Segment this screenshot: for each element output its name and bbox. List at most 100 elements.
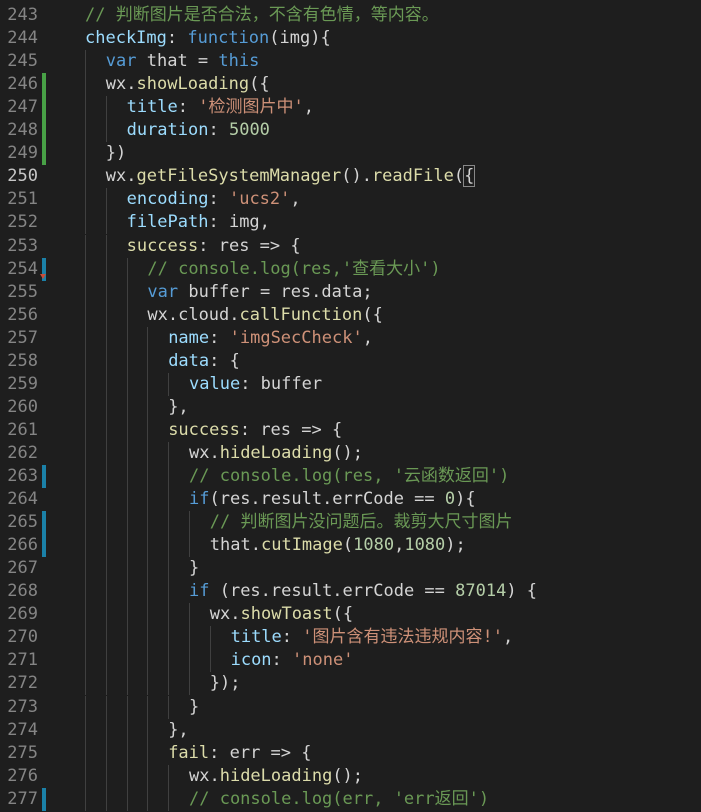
code-line[interactable]: 254 // console.log(res,'查看大小') <box>0 257 701 281</box>
indent-guide <box>147 649 149 673</box>
code-text[interactable]: title: '图片含有违法违规内容!', <box>231 626 514 649</box>
code-text[interactable]: that.cutImage(1080,1080); <box>210 534 466 557</box>
gutter-added-marker[interactable] <box>42 119 46 143</box>
gutter-added-marker[interactable] <box>42 142 46 166</box>
code-line[interactable]: 246 wx.showLoading({ <box>0 73 701 97</box>
code-text[interactable]: // 判断图片没问题后。裁剪大尺寸图片 <box>210 511 513 534</box>
code-token: function <box>187 28 270 49</box>
code-text[interactable]: fail: err => { <box>168 742 311 765</box>
code-text[interactable]: }, <box>168 396 188 419</box>
code-line[interactable]: 247 title: '检测图片中', <box>0 96 701 120</box>
code-text[interactable]: }, <box>168 719 188 742</box>
code-text[interactable]: wx.hideLoading(); <box>189 765 363 788</box>
code-line[interactable]: 249}) <box>0 142 701 166</box>
line-number: 273 <box>7 696 38 717</box>
code-line[interactable]: 266 that.cutImage(1080,1080); <box>0 534 701 558</box>
code-line[interactable]: 252 filePath: img, <box>0 211 701 235</box>
indent-guide <box>168 672 170 696</box>
code-text[interactable]: wx.cloud.callFunction({ <box>147 304 382 327</box>
code-line[interactable]: 274}, <box>0 718 701 742</box>
code-line[interactable]: 270 title: '图片含有违法违规内容!', <box>0 626 701 650</box>
code-line[interactable]: 262 wx.hideLoading(); <box>0 441 701 465</box>
gutter-added-marker[interactable] <box>42 73 46 97</box>
code-line[interactable]: 275 fail: err => { <box>0 741 701 765</box>
code-line[interactable]: 263 // console.log(res, '云函数返回') <box>0 465 701 488</box>
code-line[interactable]: 243 // 判断图片是否合法，不含有色情，等内容。 <box>0 4 701 27</box>
code-text[interactable]: success: res => { <box>127 235 301 258</box>
code-text[interactable]: wx.getFileSystemManager().readFile({ <box>106 165 476 188</box>
code-line[interactable]: 251 encoding: 'ucs2', <box>0 188 701 212</box>
code-line[interactable]: 267} <box>0 557 701 581</box>
gutter-modified-marker[interactable] <box>42 787 46 811</box>
code-text[interactable]: }); <box>210 672 241 695</box>
code-text[interactable]: wx.hideLoading(); <box>189 442 363 465</box>
code-text[interactable]: var buffer = res.data; <box>147 281 372 304</box>
code-token: (). <box>341 166 372 187</box>
code-line[interactable]: 260}, <box>0 395 701 419</box>
code-editor[interactable]: 243 // 判断图片是否合法，不含有色情，等内容。 244 checkImg: fu… <box>0 0 701 812</box>
code-text[interactable]: duration: 5000 <box>127 119 270 142</box>
code-line[interactable]: 244 checkImg: function(img){ <box>0 27 701 50</box>
code-text[interactable]: success: res => { <box>168 419 342 442</box>
code-line[interactable]: 273} <box>0 695 701 719</box>
code-text[interactable]: wx.showLoading({ <box>106 73 270 96</box>
code-text[interactable]: title: '检测图片中', <box>127 96 314 119</box>
code-text[interactable]: name: 'imgSecCheck', <box>168 327 373 350</box>
indent-guide <box>85 211 86 235</box>
code-token: : <box>166 28 188 49</box>
code-line[interactable]: 277 // console.log(err, 'err返回') <box>0 787 701 811</box>
code-line[interactable]: 272}); <box>0 672 701 696</box>
indent-guide <box>126 441 128 465</box>
code-text[interactable]: // 判断图片是否合法，不含有色情，等内容。 <box>85 4 439 27</box>
code-line[interactable]: 245 var that = this <box>0 50 701 74</box>
code-text[interactable]: value: buffer <box>189 373 322 396</box>
code-text[interactable]: } <box>189 696 199 719</box>
gutter-modified-marker[interactable] <box>42 465 46 488</box>
code-line[interactable]: 250 wx.getFileSystemManager().readFile({ <box>0 165 701 189</box>
code-text[interactable]: }) <box>106 142 126 165</box>
line-number: 272 <box>7 673 38 694</box>
code-text[interactable]: // console.log(res,'查看大小') <box>147 258 440 281</box>
indent-guide <box>85 787 86 811</box>
code-line[interactable]: 248 duration: 5000 <box>0 119 701 143</box>
code-line[interactable]: 271 icon: 'none' <box>0 649 701 673</box>
code-line[interactable]: 261 success: res => { <box>0 418 701 442</box>
code-line[interactable]: 268 if (res.result.errCode == 87014) { <box>0 580 701 604</box>
indent-guide <box>168 372 170 396</box>
code-text[interactable]: data: { <box>168 350 240 373</box>
code-line[interactable]: 253 success: res => { <box>0 234 701 258</box>
code-line[interactable]: 258 data: { <box>0 349 701 373</box>
gutter-modified-marker[interactable] <box>42 534 46 558</box>
code-line[interactable]: 264 if(res.result.errCode == 0){ <box>0 488 701 512</box>
indent-guide <box>126 303 128 327</box>
code-text[interactable]: var that = this <box>106 50 260 73</box>
code-token: } <box>189 558 200 579</box>
code-text[interactable]: } <box>189 557 199 580</box>
code-line[interactable]: 265 // 判断图片没问题后。裁剪大尺寸图片 <box>0 511 701 535</box>
code-line[interactable]: 276 wx.hideLoading(); <box>0 764 701 788</box>
code-text[interactable]: encoding: 'ucs2', <box>127 188 301 211</box>
gutter-modified-marker[interactable] <box>42 511 46 535</box>
indent-guide <box>168 511 170 535</box>
code-text[interactable]: wx.showToast({ <box>210 603 353 626</box>
code-line[interactable]: 269 wx.showToast({ <box>0 603 701 627</box>
code-text[interactable]: // console.log(res, '云函数返回') <box>189 465 509 488</box>
code-text[interactable]: if(res.result.errCode == 0){ <box>189 488 476 511</box>
line-number: 277 <box>7 788 38 809</box>
code-token: : <box>209 327 230 348</box>
indent-guide <box>147 372 149 396</box>
code-line[interactable]: 257 name: 'imgSecCheck', <box>0 326 701 350</box>
code-line[interactable]: 256 wx.cloud.callFunction({ <box>0 303 701 327</box>
code-text[interactable]: icon: 'none' <box>231 649 354 672</box>
indent-guide <box>105 211 107 235</box>
indent-guide <box>105 441 107 465</box>
fold-marker-icon[interactable] <box>40 273 46 279</box>
code-line[interactable]: 255 var buffer = res.data; <box>0 273 701 304</box>
code-text[interactable]: // console.log(err, 'err返回') <box>189 788 489 811</box>
code-text[interactable]: checkImg: function(img){ <box>85 27 331 50</box>
code-line[interactable]: 259 value: buffer <box>0 372 701 396</box>
gutter-added-marker[interactable] <box>42 96 46 120</box>
code-text[interactable]: filePath: img, <box>127 211 270 234</box>
code-text[interactable]: if (res.result.errCode == 87014) { <box>189 580 537 603</box>
indent-guide <box>105 188 107 212</box>
